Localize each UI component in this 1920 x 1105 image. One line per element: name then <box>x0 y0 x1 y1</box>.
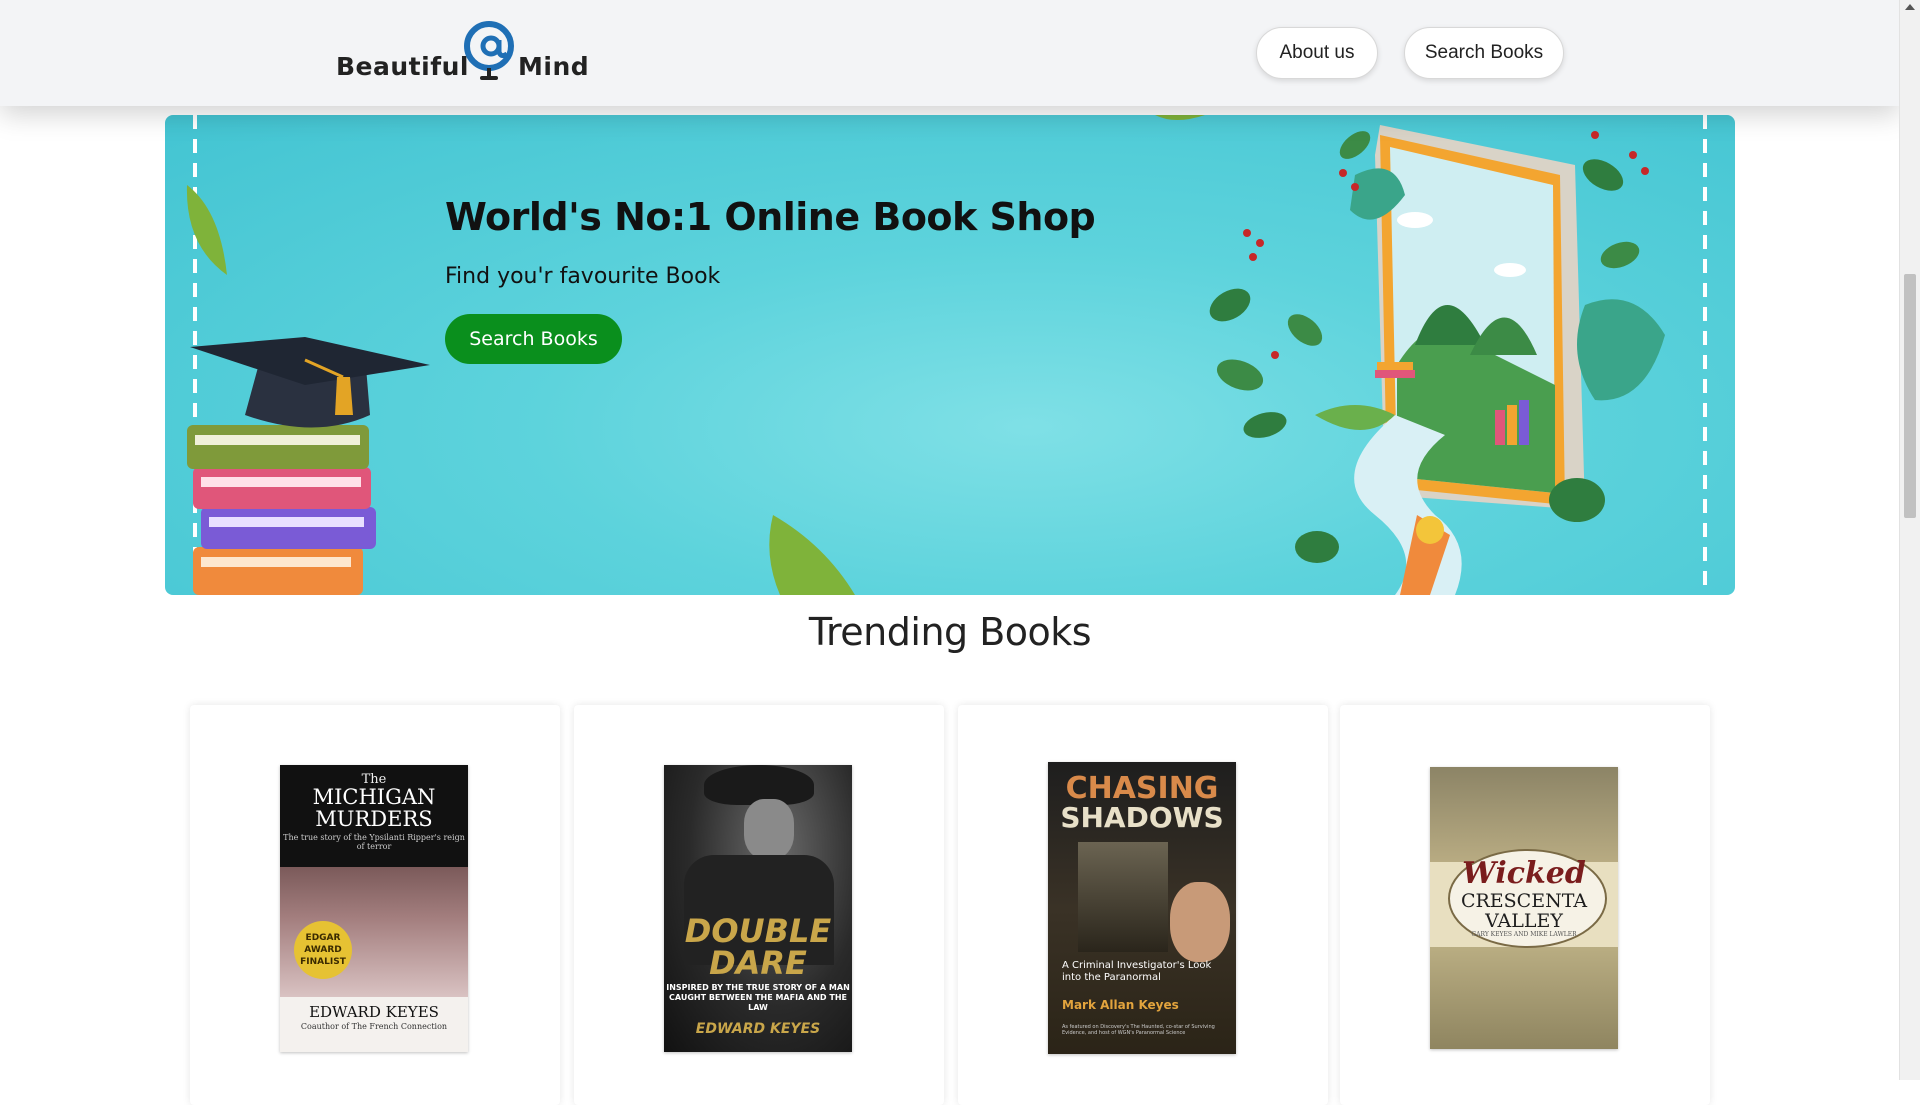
cover-author: GARY KEYES AND MIKE LAWLER <box>1471 931 1577 938</box>
cover-group-photo <box>1430 767 1618 862</box>
cover-title: MICHIGAN MURDERS <box>312 785 436 831</box>
cover-face-shape <box>744 799 794 859</box>
cover-tagline: A Criminal Investigator's Look into the … <box>1062 960 1212 983</box>
hero-illustration <box>186 115 1707 595</box>
cover-author-note: Coauthor of The French Connection <box>300 1022 448 1031</box>
scrollbar-thumb[interactable] <box>1904 274 1916 518</box>
scroll-up-arrow-icon[interactable] <box>1905 4 1915 10</box>
cover-note: As featured on Discovery's The Haunted, … <box>1062 1024 1215 1036</box>
book-cover-image[interactable]: CHASING SHADOWS A Criminal Investigator'… <box>1048 762 1236 1054</box>
book-card[interactable]: CHASING SHADOWS A Criminal Investigator'… <box>958 705 1328 1105</box>
logo-text-beautiful: Beautiful <box>336 52 469 81</box>
book-card[interactable]: Wicked CRESCENTA VALLEY GARY KEYES AND M… <box>1340 705 1710 1105</box>
nav-search-books-button[interactable]: Search Books <box>1404 27 1564 79</box>
cover-title: DOUBLE DARE <box>684 912 832 982</box>
hero-title: World's No:1 Online Book Shop <box>445 195 1096 239</box>
hero-subtitle: Find you'r favourite Book <box>445 264 721 289</box>
book-card[interactable]: The MICHIGAN MURDERS The true story of t… <box>190 705 560 1105</box>
at-sign-logo-icon <box>464 21 514 80</box>
book-card[interactable]: DOUBLE DARE INSPIRED BY THE TRUE STORY O… <box>574 705 944 1105</box>
cover-author: Mark Allan Keyes <box>1062 998 1179 1012</box>
hero-search-books-button[interactable]: Search Books <box>445 314 622 364</box>
cover-corridor-shape <box>1078 842 1168 952</box>
cover-title-line-2: SHADOWS <box>1060 801 1224 834</box>
cover-author: EDWARD KEYES <box>695 1021 821 1037</box>
page-scrollbar[interactable] <box>1899 0 1920 1080</box>
book-stack-icon <box>187 425 376 595</box>
cover-tagline: INSPIRED BY THE TRUE STORY OF A MAN CAUG… <box>666 983 850 1012</box>
hero-banner: World's No:1 Online Book Shop Find you'r… <box>165 115 1735 595</box>
brand-logo[interactable]: Beautiful Mind <box>334 18 594 84</box>
cover-title-line-2: CRESCENTA VALLEY <box>1460 890 1588 932</box>
cover-bottom-photo <box>1430 947 1618 1049</box>
graduation-cap-icon <box>190 337 430 428</box>
cover-title-line-1: Wicked <box>1462 856 1586 891</box>
trending-books-heading: Trending Books <box>808 610 1092 654</box>
open-book-landscape-illustration <box>1295 125 1605 595</box>
cover-author: EDWARD KEYES <box>309 1003 439 1021</box>
cover-portrait-shape <box>1170 882 1230 962</box>
about-us-button[interactable]: About us <box>1256 27 1378 79</box>
navbar: Beautiful Mind About us Search Books <box>0 0 1900 106</box>
cover-tagline: The true story of the Ypsilanti Ripper's… <box>283 833 465 851</box>
book-cover-image[interactable]: The MICHIGAN MURDERS The true story of t… <box>280 765 468 1052</box>
cover-title-line-1: CHASING <box>1065 771 1219 806</box>
logo-text-mind: Mind <box>518 52 590 81</box>
book-cover-image[interactable]: Wicked CRESCENTA VALLEY GARY KEYES AND M… <box>1430 767 1618 1049</box>
award-badge: EDGAR AWARD FINALIST <box>294 921 352 979</box>
book-cover-image[interactable]: DOUBLE DARE INSPIRED BY THE TRUE STORY O… <box>664 765 852 1052</box>
